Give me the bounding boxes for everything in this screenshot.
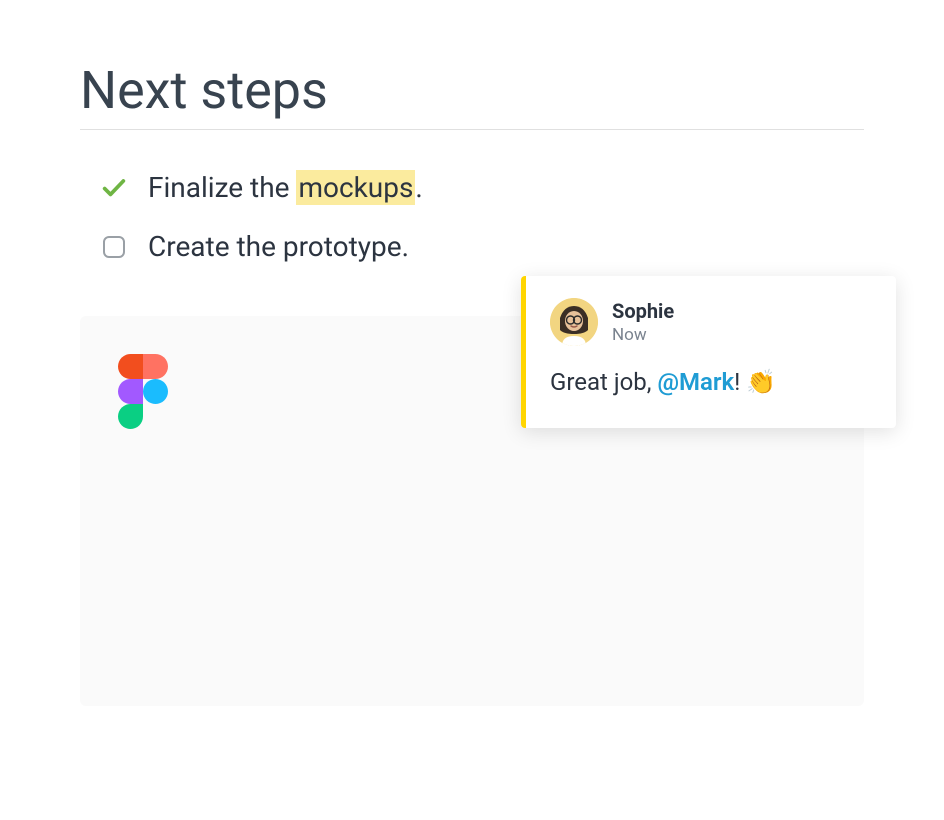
task-list: Finalize the mockups. Create the prototy… [80, 158, 864, 276]
preview-panel: Sophie Now Great job, @Mark! 👏 [80, 316, 864, 706]
comment-body: Great job, @Mark! 👏 [550, 366, 872, 400]
avatar [550, 298, 598, 346]
task-text: Create the prototype. [148, 227, 409, 266]
comment-time: Now [612, 325, 674, 345]
comment-card[interactable]: Sophie Now Great job, @Mark! 👏 [521, 276, 896, 428]
mention[interactable]: @Mark [657, 368, 734, 396]
comment-meta: Sophie Now [612, 299, 674, 345]
figma-logo-icon [118, 354, 168, 434]
task-item[interactable]: Create the prototype. [80, 217, 864, 276]
comment-author: Sophie [612, 299, 674, 323]
comment-header: Sophie Now [550, 298, 872, 346]
checkmark-icon[interactable] [100, 174, 128, 202]
task-item[interactable]: Finalize the mockups. [80, 158, 864, 217]
task-text: Finalize the mockups. [148, 168, 423, 207]
page-heading: Next steps [80, 60, 864, 130]
checkbox-empty-icon[interactable] [100, 233, 128, 261]
highlighted-text: mockups [296, 170, 415, 205]
